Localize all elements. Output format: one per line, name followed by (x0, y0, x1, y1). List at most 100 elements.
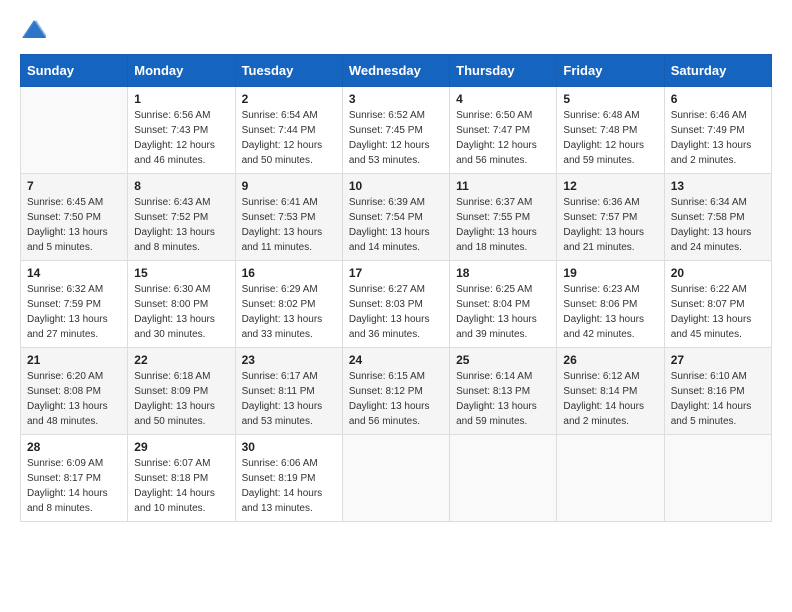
calendar-header-monday: Monday (128, 55, 235, 87)
day-number: 30 (242, 440, 336, 454)
day-number: 11 (456, 179, 550, 193)
day-info: Sunrise: 6:41 AM Sunset: 7:53 PM Dayligh… (242, 195, 336, 255)
day-number: 1 (134, 92, 228, 106)
calendar-cell: 20 Sunrise: 6:22 AM Sunset: 8:07 PM Dayli… (664, 261, 771, 348)
calendar-cell (450, 435, 557, 522)
day-info: Sunrise: 6:07 AM Sunset: 8:18 PM Dayligh… (134, 456, 228, 516)
day-number: 22 (134, 353, 228, 367)
calendar-cell: 13Sunrise: 6:34 AM Sunset: 7:58 PM Dayli… (664, 174, 771, 261)
calendar-cell: 9 Sunrise: 6:41 AM Sunset: 7:53 PM Daylig… (235, 174, 342, 261)
calendar-cell: 10Sunrise: 6:39 AM Sunset: 7:54 PM Dayli… (342, 174, 449, 261)
calendar-header-friday: Friday (557, 55, 664, 87)
calendar-header-sunday: Sunday (21, 55, 128, 87)
day-number: 3 (349, 92, 443, 106)
logo-icon (22, 20, 46, 38)
day-number: 21 (27, 353, 121, 367)
calendar-cell: 24 Sunrise: 6:15 AM Sunset: 8:12 PM Dayli… (342, 348, 449, 435)
calendar-cell: 2 Sunrise: 6:54 AM Sunset: 7:44 PM Daylig… (235, 87, 342, 174)
day-info: Sunrise: 6:43 AM Sunset: 7:52 PM Dayligh… (134, 195, 228, 255)
day-info: Sunrise: 6:14 AM Sunset: 8:13 PM Dayligh… (456, 369, 550, 429)
day-info: Sunrise: 6:15 AM Sunset: 8:12 PM Dayligh… (349, 369, 443, 429)
calendar-cell: 11 Sunrise: 6:37 AM Sunset: 7:55 PM Dayli… (450, 174, 557, 261)
day-number: 27 (671, 353, 765, 367)
calendar-cell: 30 Sunrise: 6:06 AM Sunset: 8:19 PM Dayli… (235, 435, 342, 522)
calendar-week-row: 7 Sunrise: 6:45 AM Sunset: 7:50 PM Daylig… (21, 174, 772, 261)
calendar-cell: 19 Sunrise: 6:23 AM Sunset: 8:06 PM Dayli… (557, 261, 664, 348)
calendar-cell: 17 Sunrise: 6:27 AM Sunset: 8:03 PM Dayli… (342, 261, 449, 348)
day-number: 12 (563, 179, 657, 193)
calendar-cell: 25 Sunrise: 6:14 AM Sunset: 8:13 PM Dayli… (450, 348, 557, 435)
day-info: Sunrise: 6:12 AM Sunset: 8:14 PM Dayligh… (563, 369, 657, 429)
day-number: 8 (134, 179, 228, 193)
calendar-cell: 5 Sunrise: 6:48 AM Sunset: 7:48 PM Daylig… (557, 87, 664, 174)
day-number: 23 (242, 353, 336, 367)
day-info: Sunrise: 6:45 AM Sunset: 7:50 PM Dayligh… (27, 195, 121, 255)
page-header (20, 20, 772, 38)
calendar-week-row: 21 Sunrise: 6:20 AM Sunset: 8:08 PM Dayli… (21, 348, 772, 435)
calendar-cell: 29Sunrise: 6:07 AM Sunset: 8:18 PM Dayli… (128, 435, 235, 522)
day-number: 15 (134, 266, 228, 280)
calendar-cell: 22 Sunrise: 6:18 AM Sunset: 8:09 PM Dayli… (128, 348, 235, 435)
day-number: 5 (563, 92, 657, 106)
calendar-header-row: SundayMondayTuesdayWednesdayThursdayFrid… (21, 55, 772, 87)
calendar-table: SundayMondayTuesdayWednesdayThursdayFrid… (20, 54, 772, 522)
day-number: 10 (349, 179, 443, 193)
calendar-cell: 8 Sunrise: 6:43 AM Sunset: 7:52 PM Daylig… (128, 174, 235, 261)
day-info: Sunrise: 6:56 AM Sunset: 7:43 PM Dayligh… (134, 108, 228, 168)
day-number: 17 (349, 266, 443, 280)
calendar-cell (664, 435, 771, 522)
day-info: Sunrise: 6:25 AM Sunset: 8:04 PM Dayligh… (456, 282, 550, 342)
calendar-week-row: 28Sunrise: 6:09 AM Sunset: 8:17 PM Dayli… (21, 435, 772, 522)
day-info: Sunrise: 6:22 AM Sunset: 8:07 PM Dayligh… (671, 282, 765, 342)
calendar-header-thursday: Thursday (450, 55, 557, 87)
day-info: Sunrise: 6:27 AM Sunset: 8:03 PM Dayligh… (349, 282, 443, 342)
day-number: 18 (456, 266, 550, 280)
day-info: Sunrise: 6:46 AM Sunset: 7:49 PM Dayligh… (671, 108, 765, 168)
day-number: 2 (242, 92, 336, 106)
calendar-header-wednesday: Wednesday (342, 55, 449, 87)
day-info: Sunrise: 6:30 AM Sunset: 8:00 PM Dayligh… (134, 282, 228, 342)
day-info: Sunrise: 6:32 AM Sunset: 7:59 PM Dayligh… (27, 282, 121, 342)
calendar-cell: 23 Sunrise: 6:17 AM Sunset: 8:11 PM Dayli… (235, 348, 342, 435)
day-info: Sunrise: 6:18 AM Sunset: 8:09 PM Dayligh… (134, 369, 228, 429)
calendar-cell: 16 Sunrise: 6:29 AM Sunset: 8:02 PM Dayli… (235, 261, 342, 348)
calendar-week-row: 14Sunrise: 6:32 AM Sunset: 7:59 PM Dayli… (21, 261, 772, 348)
day-number: 19 (563, 266, 657, 280)
day-info: Sunrise: 6:48 AM Sunset: 7:48 PM Dayligh… (563, 108, 657, 168)
calendar-cell: 6Sunrise: 6:46 AM Sunset: 7:49 PM Daylig… (664, 87, 771, 174)
day-info: Sunrise: 6:37 AM Sunset: 7:55 PM Dayligh… (456, 195, 550, 255)
day-info: Sunrise: 6:10 AM Sunset: 8:16 PM Dayligh… (671, 369, 765, 429)
day-number: 7 (27, 179, 121, 193)
day-number: 26 (563, 353, 657, 367)
calendar-header-saturday: Saturday (664, 55, 771, 87)
calendar-cell: 3Sunrise: 6:52 AM Sunset: 7:45 PM Daylig… (342, 87, 449, 174)
logo (20, 20, 46, 38)
day-number: 9 (242, 179, 336, 193)
day-info: Sunrise: 6:23 AM Sunset: 8:06 PM Dayligh… (563, 282, 657, 342)
calendar-cell: 7 Sunrise: 6:45 AM Sunset: 7:50 PM Daylig… (21, 174, 128, 261)
calendar-body: 1 Sunrise: 6:56 AM Sunset: 7:43 PM Daylig… (21, 87, 772, 522)
day-info: Sunrise: 6:29 AM Sunset: 8:02 PM Dayligh… (242, 282, 336, 342)
calendar-cell: 26 Sunrise: 6:12 AM Sunset: 8:14 PM Dayli… (557, 348, 664, 435)
calendar-cell: 15 Sunrise: 6:30 AM Sunset: 8:00 PM Dayli… (128, 261, 235, 348)
calendar-cell: 18 Sunrise: 6:25 AM Sunset: 8:04 PM Dayli… (450, 261, 557, 348)
calendar-cell (557, 435, 664, 522)
day-info: Sunrise: 6:54 AM Sunset: 7:44 PM Dayligh… (242, 108, 336, 168)
day-number: 24 (349, 353, 443, 367)
day-number: 4 (456, 92, 550, 106)
calendar-cell (342, 435, 449, 522)
day-number: 20 (671, 266, 765, 280)
calendar-header-tuesday: Tuesday (235, 55, 342, 87)
day-number: 25 (456, 353, 550, 367)
day-info: Sunrise: 6:17 AM Sunset: 8:11 PM Dayligh… (242, 369, 336, 429)
day-info: Sunrise: 6:06 AM Sunset: 8:19 PM Dayligh… (242, 456, 336, 516)
calendar-cell: 14Sunrise: 6:32 AM Sunset: 7:59 PM Dayli… (21, 261, 128, 348)
calendar-cell: 21 Sunrise: 6:20 AM Sunset: 8:08 PM Dayli… (21, 348, 128, 435)
calendar-cell (21, 87, 128, 174)
day-info: Sunrise: 6:20 AM Sunset: 8:08 PM Dayligh… (27, 369, 121, 429)
day-info: Sunrise: 6:09 AM Sunset: 8:17 PM Dayligh… (27, 456, 121, 516)
calendar-cell: 12 Sunrise: 6:36 AM Sunset: 7:57 PM Dayli… (557, 174, 664, 261)
day-info: Sunrise: 6:36 AM Sunset: 7:57 PM Dayligh… (563, 195, 657, 255)
calendar-cell: 1 Sunrise: 6:56 AM Sunset: 7:43 PM Daylig… (128, 87, 235, 174)
day-number: 16 (242, 266, 336, 280)
